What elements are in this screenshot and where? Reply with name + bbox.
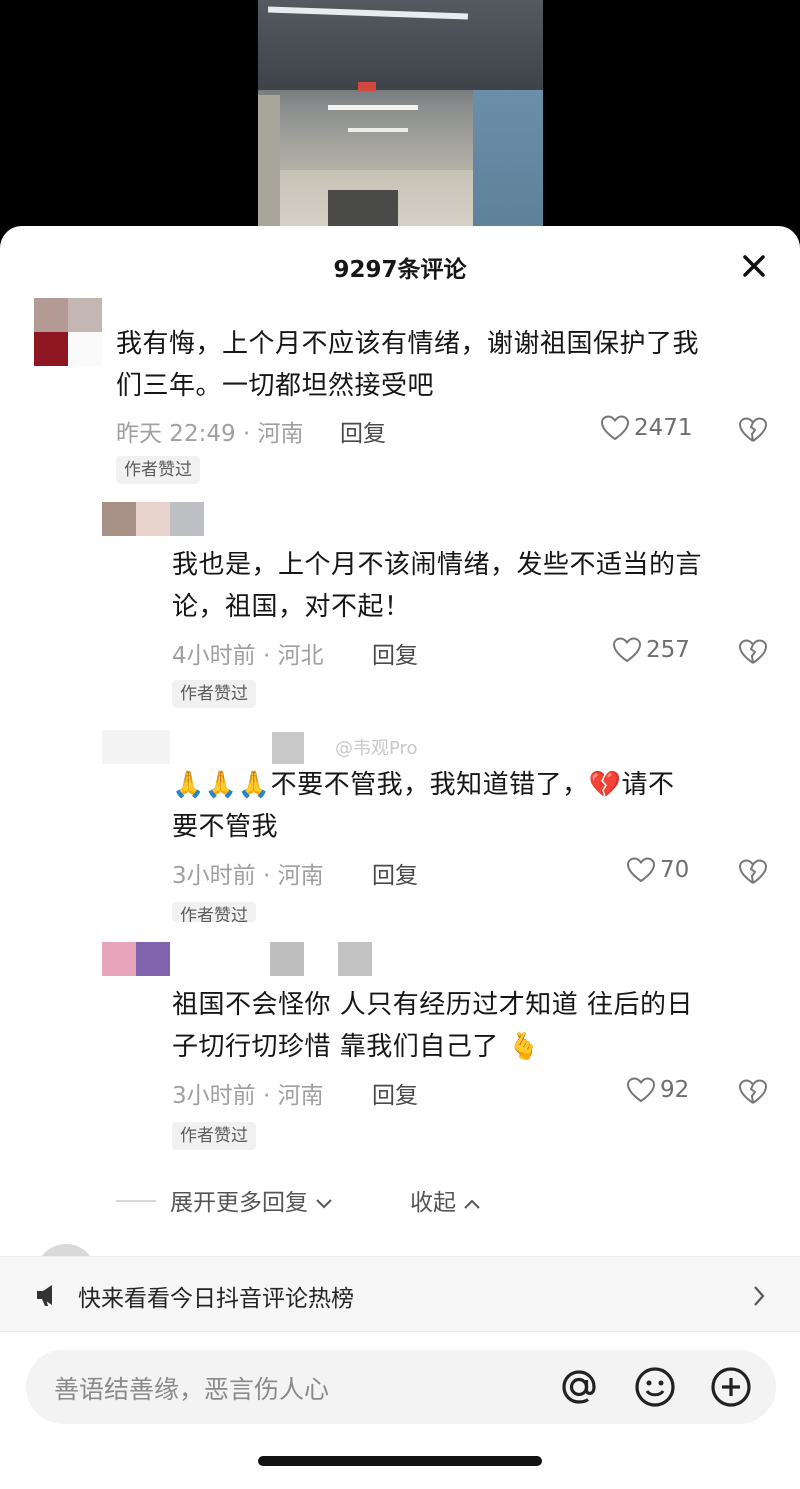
watermark: @韦观Pro [335, 738, 418, 759]
pray-emoji: 🙏🙏🙏 [172, 770, 271, 800]
heart-icon [612, 637, 642, 663]
like-count: 70 [660, 857, 690, 883]
reply-button[interactable]: 回复 [372, 636, 418, 670]
avatar[interactable] [102, 730, 170, 764]
chevron-right-icon [754, 1286, 765, 1306]
reply-button[interactable]: 回复 [372, 856, 418, 890]
like-button[interactable]: 257 [612, 636, 690, 664]
video-light [328, 105, 418, 110]
avatar[interactable] [102, 942, 170, 976]
comment-item: 祖国不会怪你 人只有经历过才知道 往后的日 子切行切珍惜 靠我们自己了 🫰 3小… [0, 936, 800, 1166]
comment-item: 我有悔，上个月不应该有情绪，谢谢祖国保护了我 们三年。一切都坦然接受吧 昨天 2… [0, 226, 800, 496]
input-placeholder: 善语结善缘，恶言伤人心 [54, 1375, 330, 1404]
avatar[interactable] [102, 502, 204, 536]
reply-button[interactable]: 回复 [372, 1076, 418, 1110]
video-frame [258, 0, 543, 240]
comment-sheet: 9297条评论 我有悔，上个月不应该有情绪，谢谢祖国保护了我 们三年。一切都坦然… [0, 226, 800, 1489]
username-redacted [272, 732, 304, 764]
heart-icon [600, 415, 630, 441]
avatar[interactable] [34, 298, 102, 366]
megaphone-icon [37, 1285, 52, 1306]
hot-list-banner[interactable]: 快来看看今日抖音评论热榜 [0, 1256, 800, 1332]
video-exit-sign [358, 82, 376, 91]
dislike-button[interactable] [738, 638, 768, 670]
home-indicator[interactable] [258, 1456, 542, 1466]
comment-input[interactable]: 善语结善缘，恶言伤人心 [26, 1350, 776, 1424]
comment-text: 我也是，上个月不该闹情绪，发些不适当的言 论，祖国，对不起！ [172, 550, 703, 622]
dislike-button[interactable] [738, 416, 768, 448]
video-wall [473, 90, 543, 240]
like-count: 2471 [634, 415, 693, 441]
chevron-up-icon [464, 1199, 481, 1209]
plus-circle-icon [711, 1367, 751, 1407]
like-button[interactable]: 70 [626, 856, 689, 884]
username-redacted [270, 942, 304, 976]
comment-meta: 昨天 22:49 · 河南 [116, 421, 304, 447]
broken-heart-emoji: 💔 [588, 770, 622, 800]
comment-text: 我有悔，上个月不应该有情绪，谢谢祖国保护了我 们三年。一切都坦然接受吧 [116, 329, 700, 401]
author-liked-badge: 作者赞过 [172, 1122, 256, 1150]
video-wall [258, 95, 280, 240]
comment-item: 我也是，上个月不该闹情绪，发些不适当的言 论，祖国，对不起！ 4小时前 · 河北… [0, 496, 800, 716]
username-redacted [338, 942, 372, 976]
dislike-button[interactable] [738, 858, 768, 890]
smiley-icon [635, 1367, 675, 1407]
mention-button[interactable] [554, 1362, 604, 1412]
add-button[interactable] [706, 1362, 756, 1412]
broken-heart-icon [738, 639, 768, 664]
reply-button[interactable]: 回复 [340, 414, 386, 448]
expand-row: 展开更多回复 收起 [0, 1181, 800, 1221]
comment-text: 🙏🙏🙏不要不管我，我知道错了，💔请不 要不管我 [172, 770, 675, 842]
comment-text: 祖国不会怪你 人只有经历过才知道 往后的日 子切行切珍惜 靠我们自己了 🫰 [172, 990, 694, 1062]
emoji-button[interactable] [630, 1362, 680, 1412]
comment-meta: 4小时前 · 河北 [172, 643, 324, 669]
video-light [348, 128, 408, 132]
hot-list-text: 快来看看今日抖音评论热榜 [78, 1286, 354, 1312]
video-area[interactable] [0, 0, 800, 240]
like-count: 92 [660, 1077, 690, 1103]
author-liked-badge: 作者赞过 [172, 902, 256, 922]
heart-icon [626, 857, 656, 883]
author-liked-badge: 作者赞过 [116, 456, 200, 484]
broken-heart-icon [738, 1079, 768, 1104]
like-button[interactable]: 2471 [600, 414, 693, 442]
heart-icon [626, 1077, 656, 1103]
comment-meta: 3小时前 · 河南 [172, 1083, 324, 1109]
broken-heart-icon [738, 417, 768, 442]
divider [116, 1200, 156, 1202]
like-button[interactable]: 92 [626, 1076, 689, 1104]
at-icon [562, 1370, 596, 1404]
broken-heart-icon [738, 859, 768, 884]
expand-more-button[interactable]: 展开更多回复 [170, 1183, 333, 1217]
author-liked-badge: 作者赞过 [172, 680, 256, 708]
dislike-button[interactable] [738, 1078, 768, 1110]
finger-heart-emoji: 🫰 [507, 1032, 541, 1062]
like-count: 257 [646, 637, 690, 663]
chevron-down-icon [316, 1199, 333, 1209]
collapse-button[interactable]: 收起 [410, 1183, 481, 1217]
comment-meta: 3小时前 · 河南 [172, 863, 324, 889]
